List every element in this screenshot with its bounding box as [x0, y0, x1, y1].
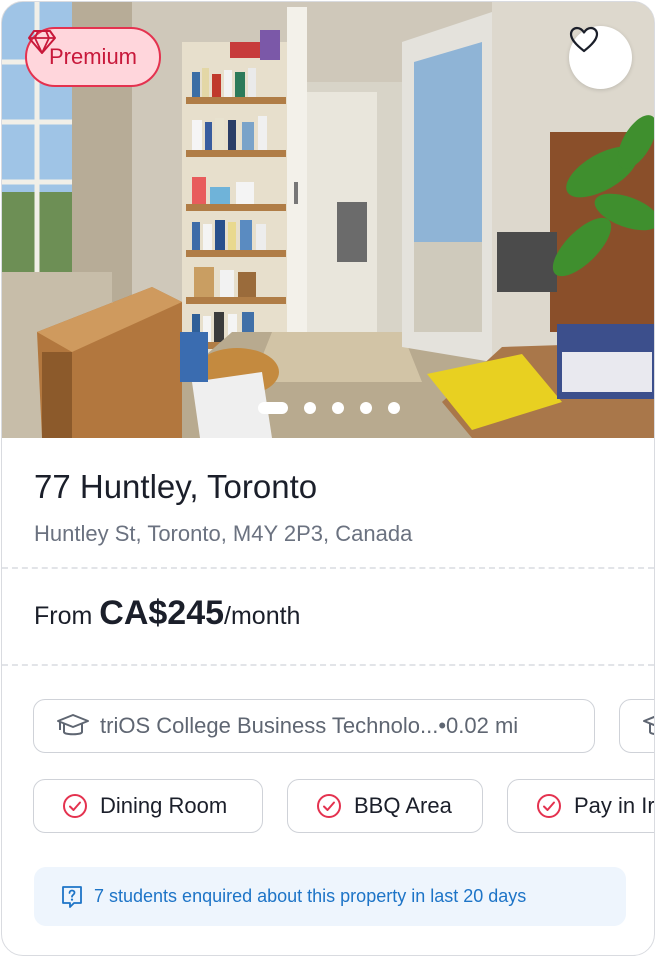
heart-icon [569, 26, 599, 53]
check-circle-icon [537, 794, 561, 818]
carousel-indicator[interactable] [258, 402, 400, 414]
diamond-icon [28, 30, 56, 54]
price-suffix: /month [224, 602, 301, 630]
premium-label: Premium [49, 44, 138, 69]
university-distance-chip[interactable]: triOS College Business Technolo... • 0.0… [33, 699, 595, 753]
enquiry-notice: 7 students enquired about this property … [34, 867, 626, 926]
carousel-dot-2[interactable] [304, 402, 316, 414]
property-card[interactable]: Premium 77 Huntley, Toronto Huntley St, … [1, 1, 655, 956]
price-amount: CA$245 [99, 594, 225, 632]
divider [2, 664, 654, 666]
university-distance: 0.02 mi [446, 713, 519, 738]
carousel-dot-3[interactable] [332, 402, 344, 414]
separator: • [438, 713, 447, 738]
property-title[interactable]: 77 Huntley, Toronto [34, 468, 317, 506]
property-photo[interactable]: Premium [2, 2, 654, 438]
university-name: triOS College Business Technolo... [100, 713, 439, 738]
amenity-chip-dining-room[interactable]: Dining Room [33, 779, 263, 833]
amenity-chip-bbq-area[interactable]: BBQ Area [287, 779, 483, 833]
carousel-dot-4[interactable] [360, 402, 372, 414]
graduation-cap-icon [57, 714, 89, 736]
check-circle-icon [317, 794, 341, 818]
graduation-cap-icon [643, 715, 654, 735]
amenity-label: Pay in Ir [574, 793, 655, 818]
enquiry-text: 7 students enquired about this property … [94, 886, 527, 906]
university-distance-chip-next[interactable] [619, 699, 654, 753]
amenity-label: BBQ Area [354, 793, 452, 818]
premium-badge: Premium [25, 27, 162, 87]
price: From CA$245/month [34, 594, 300, 633]
carousel-dot-5[interactable] [388, 402, 400, 414]
favorite-button[interactable] [569, 26, 632, 89]
amenity-label: Dining Room [100, 793, 228, 818]
carousel-dot-1[interactable] [258, 402, 288, 414]
divider [2, 567, 654, 569]
amenity-chip-pay-in-installments[interactable]: Pay in Ir [507, 779, 655, 833]
price-prefix: From [34, 602, 100, 630]
question-icon [62, 885, 82, 908]
property-address: Huntley St, Toronto, M4Y 2P3, Canada [34, 521, 413, 546]
check-circle-icon [63, 794, 87, 818]
